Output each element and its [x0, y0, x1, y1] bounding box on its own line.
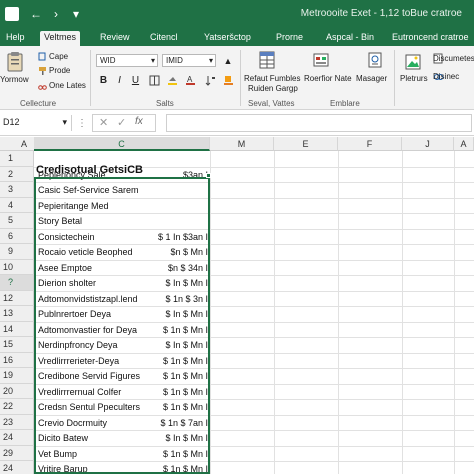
font-name-select[interactable]: WID ▾	[96, 54, 158, 67]
column-header-m[interactable]: M	[210, 137, 274, 151]
row-header[interactable]: 1	[0, 151, 34, 167]
row-header[interactable]: 9	[0, 244, 34, 260]
cancel-icon[interactable]: ✕	[99, 116, 108, 129]
row-header[interactable]: 14	[0, 321, 34, 337]
ribbon-separator	[394, 50, 395, 106]
clipboard-icon[interactable]	[4, 50, 26, 74]
sheet-heading[interactable]: Credisotual GetsiCB	[36, 164, 143, 176]
row-header[interactable]: 15	[0, 337, 34, 353]
cut-button[interactable]: One Lates	[49, 81, 86, 90]
row-header[interactable]: 12	[0, 290, 34, 306]
bold-icon[interactable]: B	[98, 74, 109, 86]
fill-color-icon[interactable]	[166, 74, 178, 86]
row-header[interactable]: 16	[0, 352, 34, 368]
tab-citencl[interactable]: Citencl	[146, 31, 182, 46]
ribbon: Yormow Cape Prode One Lates Cellecture W…	[0, 46, 474, 110]
column-header-last[interactable]: A	[454, 137, 474, 151]
styles-group-label: Seval, Vattes	[248, 99, 295, 108]
manage-button[interactable]: Masager	[356, 74, 387, 83]
clipboard-group-label: Cellecture	[20, 99, 57, 108]
row-header[interactable]: 22	[0, 399, 34, 415]
copy-button[interactable]: Cape	[49, 52, 68, 61]
row-header[interactable]: 20	[0, 383, 34, 399]
row-header[interactable]: 5	[0, 213, 34, 229]
column-header-c[interactable]: C	[34, 137, 210, 151]
font-color-icon[interactable]: A	[184, 74, 196, 86]
format-table-button[interactable]: Ruiden Gargp	[248, 84, 298, 93]
table-icon[interactable]	[258, 50, 276, 70]
manage-icon[interactable]	[366, 50, 384, 70]
cells-group-label: Emblare	[330, 99, 360, 108]
borders-icon[interactable]	[148, 74, 160, 86]
tab-veltmes[interactable]: Veltmes	[40, 31, 81, 46]
ribbon-separator	[240, 50, 241, 106]
cut-icon	[38, 81, 47, 90]
tab-aspcal[interactable]: Aspcal - Bin	[322, 31, 378, 46]
row-header[interactable]: 6	[0, 228, 34, 244]
tab-prorne[interactable]: Prorne	[272, 31, 307, 46]
row-header[interactable]: 3	[0, 182, 34, 198]
svg-text:A: A	[187, 75, 193, 84]
ribbon-separator	[90, 50, 91, 106]
font-size-select[interactable]: IMID ▾	[162, 54, 216, 67]
enter-icon[interactable]: ✓	[117, 116, 126, 129]
row-header[interactable]: 4	[0, 197, 34, 213]
spreadsheet-grid[interactable]: A C M E F J A 1 2 Peplerioncy Sale $3an I3C…	[0, 137, 474, 474]
row-header[interactable]: 10	[0, 259, 34, 275]
documents-button[interactable]: Discumetes	[433, 54, 474, 63]
column-header-e[interactable]: E	[274, 137, 338, 151]
more-options-icon[interactable]: ▾	[68, 6, 84, 22]
paste-button-label[interactable]: Yormow	[0, 75, 29, 84]
more-icon[interactable]: ⋮	[76, 116, 88, 130]
gridline	[210, 151, 211, 474]
tab-help[interactable]: Help	[2, 31, 29, 46]
title-bar: ← › ▾ Metroooite Exet - 1,12 toBue cratr…	[0, 0, 474, 29]
function-icon[interactable]: fx	[135, 116, 143, 127]
cell-styles-button[interactable]: Roerfior Nate	[304, 74, 352, 83]
tab-review[interactable]: Review	[96, 31, 134, 46]
row-header[interactable]: 24	[0, 430, 34, 446]
format-painter-icon	[38, 66, 47, 75]
row-header[interactable]: 19	[0, 368, 34, 384]
copy-icon	[38, 52, 47, 61]
row-header[interactable]: ?	[0, 275, 34, 291]
gridline	[274, 151, 275, 474]
ribbon-tabs: Help Veltmes Review Citencl Yatseršctop …	[0, 29, 474, 46]
gridline	[402, 151, 403, 474]
fill-handle[interactable]	[206, 173, 211, 178]
back-arrow-icon[interactable]: ←	[28, 6, 44, 22]
row-header[interactable]: 13	[0, 306, 34, 322]
selection-range	[34, 177, 210, 474]
tab-yatserstop[interactable]: Yatseršctop	[200, 31, 255, 46]
tab-eutroncend[interactable]: Eutroncend cratroe	[388, 31, 473, 46]
row-header[interactable]: 29	[0, 445, 34, 461]
format-button[interactable]: Prode	[49, 66, 70, 75]
row-header[interactable]: 24	[0, 461, 34, 474]
column-header-f[interactable]: F	[338, 137, 402, 151]
gridline	[338, 151, 339, 474]
sort-icon[interactable]	[204, 74, 216, 86]
italic-icon[interactable]: I	[114, 74, 125, 86]
formula-input[interactable]	[166, 114, 472, 132]
gridline	[454, 151, 455, 474]
row-header[interactable]: 23	[0, 414, 34, 430]
underline-icon[interactable]: U	[130, 74, 141, 86]
excel-logo-icon	[4, 6, 20, 22]
pictures-button[interactable]: Pletrurs	[400, 74, 428, 83]
disinec-button[interactable]: Disinec	[433, 72, 459, 81]
formula-tools: ✕ ✓ fx	[92, 114, 156, 132]
row-header[interactable]: 2	[0, 166, 34, 182]
window-title: Metroooite Exet - 1,12 toBue cratroe	[300, 8, 462, 19]
pictures-icon[interactable]	[404, 52, 422, 72]
formula-bar: D12 ▾ ⋮ ✕ ✓ fx	[0, 110, 474, 136]
highlight-icon[interactable]	[222, 74, 234, 86]
column-header-a[interactable]: A	[14, 137, 34, 151]
forward-arrow-icon[interactable]: ›	[48, 6, 64, 22]
conditional-format-button[interactable]: Refaut Fumbles	[244, 74, 300, 83]
font-group-label: Salts	[156, 99, 174, 108]
name-box[interactable]: D12 ▾	[0, 115, 72, 131]
cell-styles-icon[interactable]	[312, 50, 330, 70]
grow-font-icon[interactable]: ▲	[222, 54, 234, 67]
column-header-j[interactable]: J	[402, 137, 454, 151]
